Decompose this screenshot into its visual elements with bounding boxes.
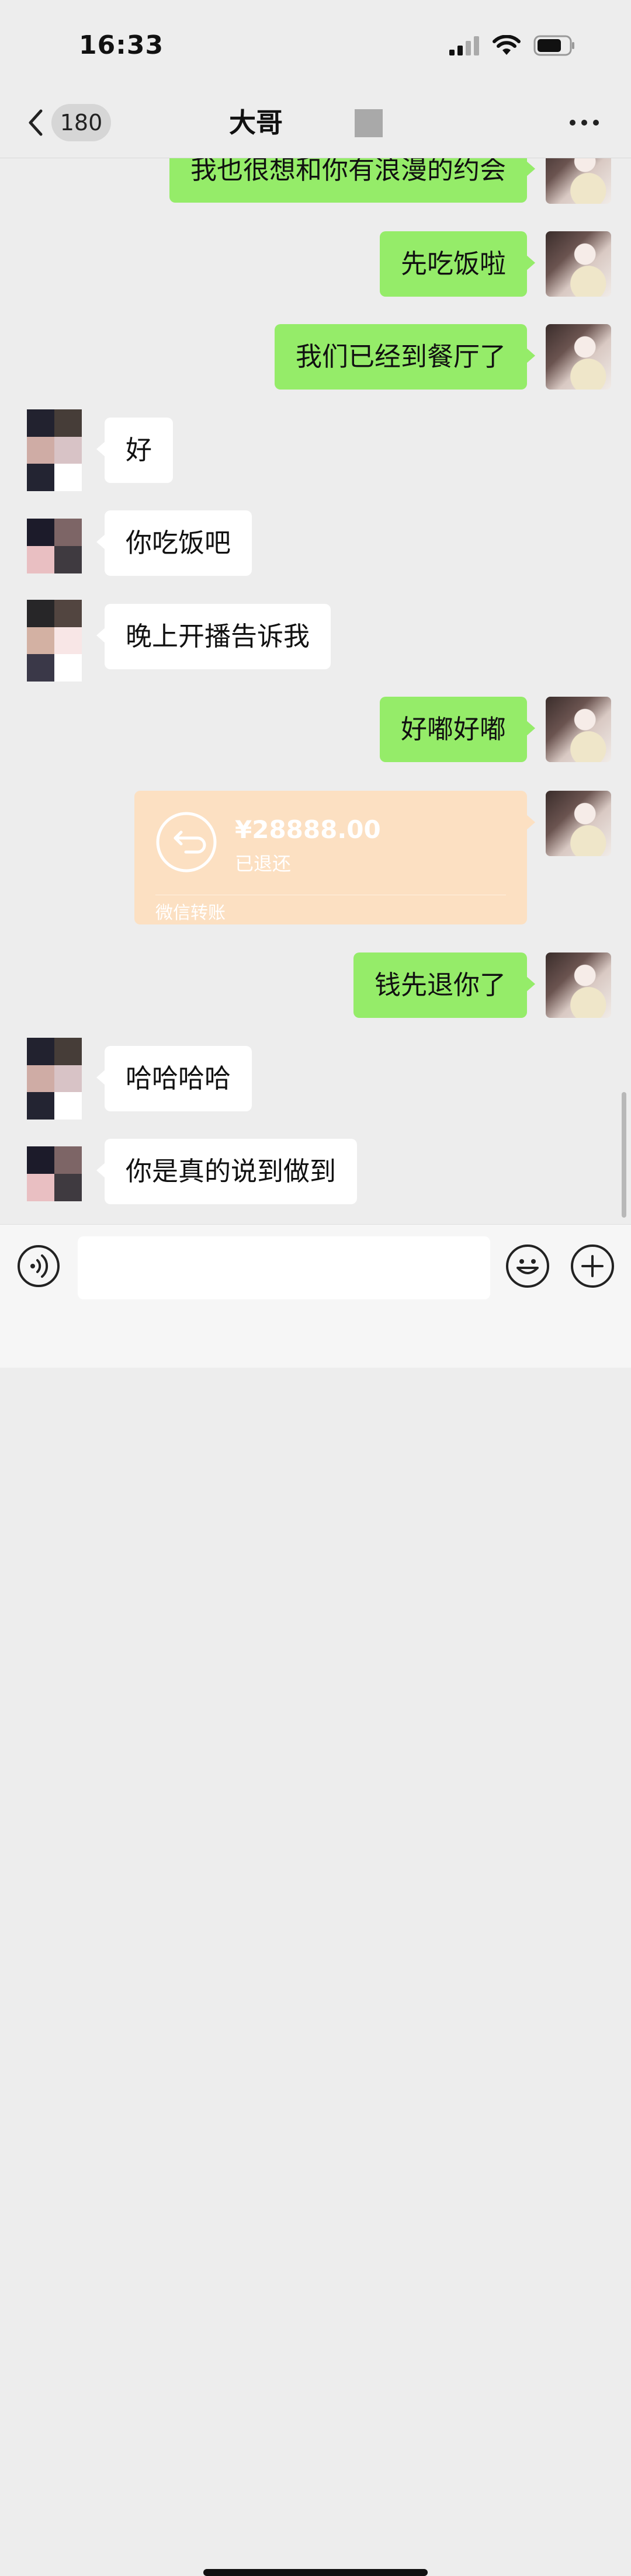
- wifi-icon: [493, 35, 521, 55]
- message-input[interactable]: [78, 1236, 490, 1299]
- plus-icon: [581, 1255, 604, 1277]
- transfer-label: 微信转账: [155, 903, 226, 923]
- message-bubble-incoming[interactable]: 晚上开播告诉我: [96, 604, 331, 669]
- message-bubble-incoming[interactable]: 哈哈哈哈: [96, 1046, 252, 1111]
- emoji-icon: [516, 1259, 539, 1274]
- back-chevron-icon: [29, 109, 43, 136]
- voice-button[interactable]: [18, 1245, 60, 1287]
- wechat-transfer-card[interactable]: ¥28888.00 已退还 微信转账: [134, 791, 535, 924]
- voice-icon: [30, 1254, 48, 1278]
- back-button[interactable]: [23, 105, 47, 140]
- home-indicator: [203, 2569, 428, 2576]
- battery-icon: [533, 35, 574, 56]
- contact-avatar[interactable]: [27, 1146, 82, 1201]
- plus-button[interactable]: [571, 1244, 614, 1288]
- message-bubble-incoming[interactable]: 你吃饭吧: [96, 510, 252, 576]
- signal-icon: [449, 36, 479, 55]
- refund-arrow-icon: [156, 812, 217, 872]
- transfer-status: 已退还: [235, 853, 292, 875]
- title-redaction: [355, 109, 383, 137]
- transfer-amount: ¥28888.00: [235, 815, 381, 844]
- my-avatar[interactable]: [546, 158, 611, 204]
- status-icons: [449, 35, 575, 56]
- message-bubble-incoming[interactable]: 你是真的说到做到: [96, 1139, 358, 1204]
- chat-title: 大哥: [229, 107, 283, 138]
- more-dots-icon: [570, 120, 575, 126]
- contact-avatar[interactable]: [27, 519, 82, 573]
- my-avatar[interactable]: [546, 231, 611, 297]
- status-time: 16:33: [79, 30, 164, 60]
- chat-header: 180 大哥: [0, 88, 631, 158]
- unread-count-badge[interactable]: 180: [51, 104, 111, 141]
- message-input-bar: [0, 1224, 631, 2576]
- chat-scrollbar[interactable]: [622, 1092, 626, 1218]
- message-bubble-outgoing[interactable]: 我们已经到餐厅了: [274, 324, 536, 390]
- contact-avatar[interactable]: [27, 1038, 82, 1120]
- message-bubble-outgoing[interactable]: 好嘟好嘟: [379, 697, 536, 762]
- chat-messages[interactable]: 我也很想和你有浪漫的约会 先吃饭啦 我们已经到餐厅了 好 你吃饭吧 晚上开播告诉…: [0, 158, 631, 1224]
- contact-avatar[interactable]: [27, 600, 82, 682]
- contact-avatar[interactable]: [27, 409, 82, 491]
- message-bubble-outgoing[interactable]: 先吃饭啦: [379, 231, 536, 297]
- message-bubble-incoming[interactable]: 好: [96, 418, 174, 483]
- my-avatar[interactable]: [546, 697, 611, 762]
- status-bar: 16:33: [0, 0, 631, 88]
- my-avatar[interactable]: [546, 324, 611, 390]
- message-bubble-outgoing[interactable]: 我也很想和你有浪漫的约会: [169, 158, 536, 203]
- more-button[interactable]: [561, 105, 608, 140]
- message-bubble-outgoing[interactable]: 钱先退你了: [353, 952, 536, 1018]
- emoji-button[interactable]: [506, 1244, 549, 1288]
- my-avatar[interactable]: [546, 791, 611, 856]
- my-avatar[interactable]: [546, 952, 611, 1018]
